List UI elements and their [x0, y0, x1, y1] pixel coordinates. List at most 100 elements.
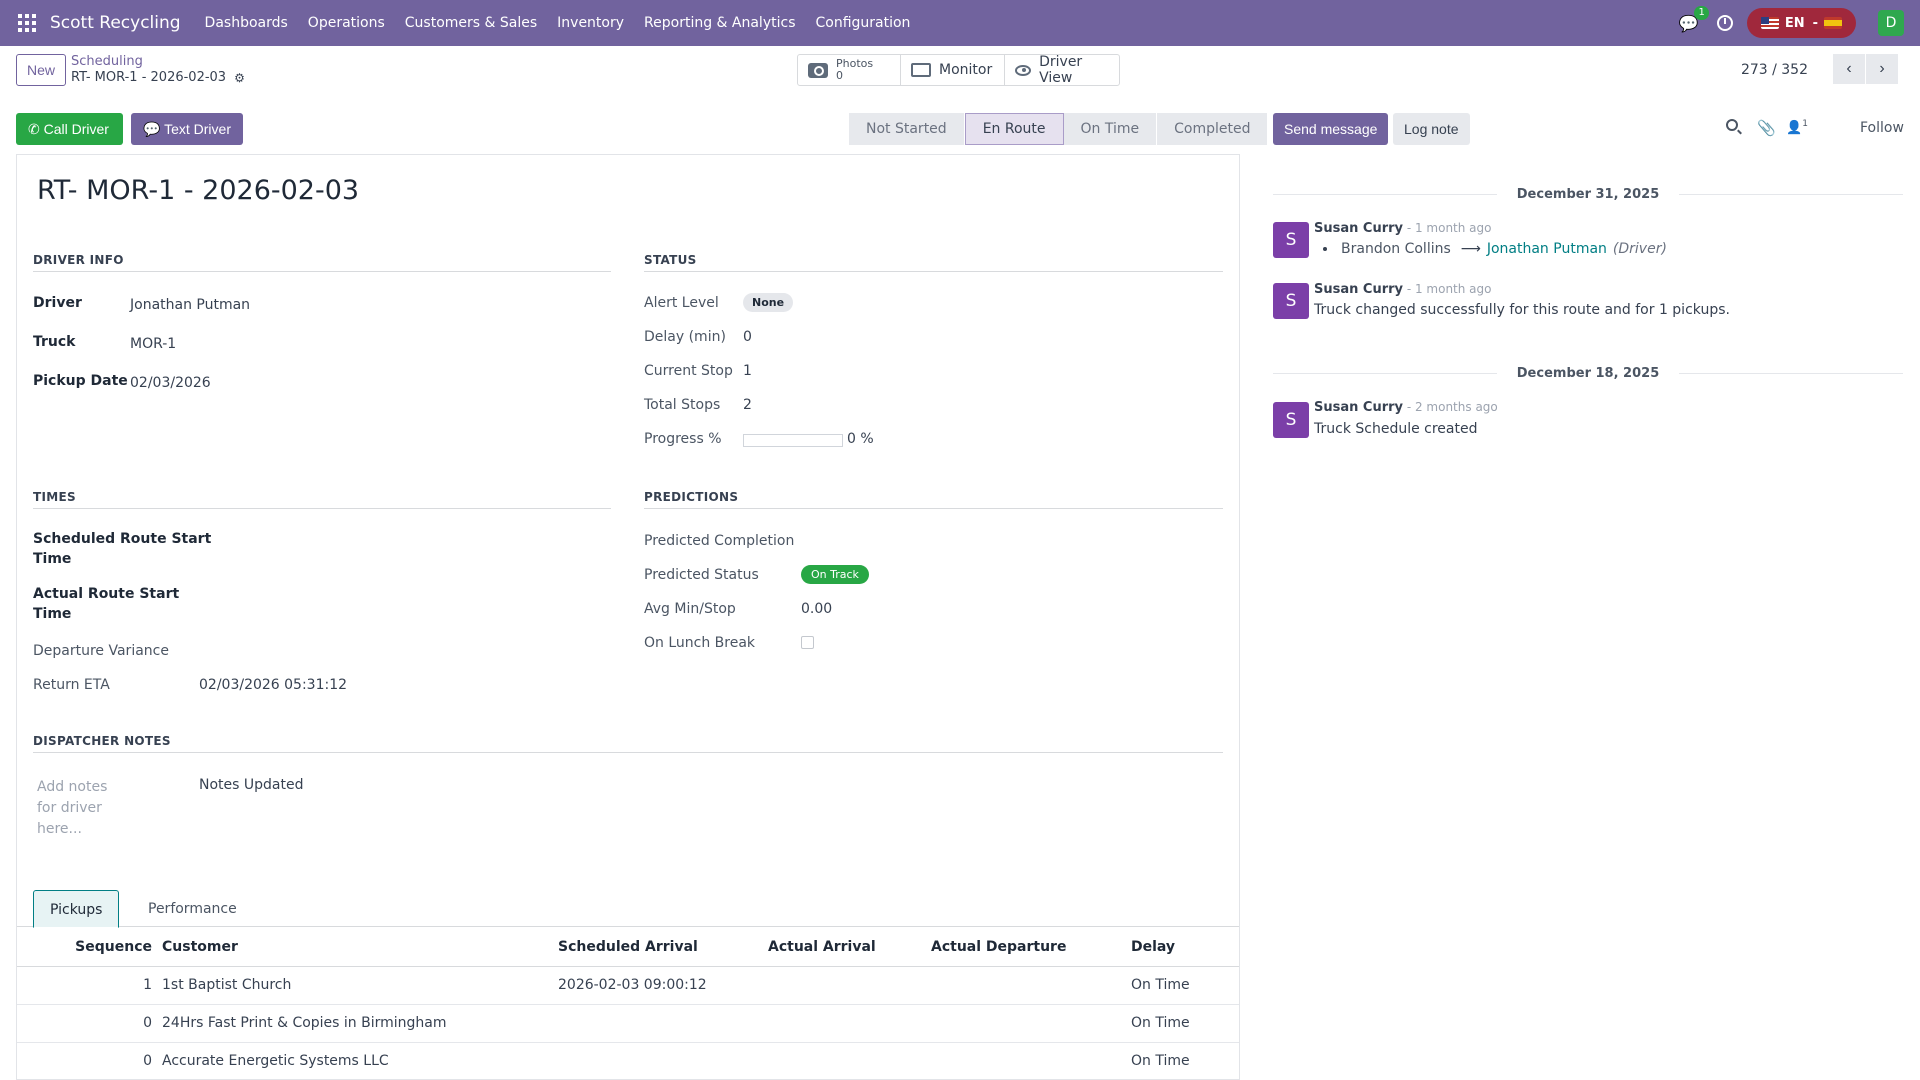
menu-inventory[interactable]: Inventory: [547, 15, 634, 31]
truck-field[interactable]: MOR-1: [130, 336, 176, 352]
table-row[interactable]: 0 24Hrs Fast Print & Copies in Birmingha…: [17, 1004, 1239, 1043]
call-driver-button[interactable]: ✆ Call Driver: [16, 113, 123, 145]
clock-icon[interactable]: [1716, 15, 1733, 31]
avatar[interactable]: S: [1273, 402, 1309, 438]
menu-reporting-analytics[interactable]: Reporting & Analytics: [634, 15, 805, 31]
departure-variance-label: Departure Variance: [33, 643, 169, 659]
truck-label: Truck: [33, 334, 76, 350]
table-header-row: Sequence Customer Scheduled Arrival Actu…: [17, 928, 1239, 967]
author-name[interactable]: Susan Curry: [1314, 221, 1403, 236]
driver-notes-input[interactable]: Add notes for driver here...: [37, 777, 117, 840]
pickups-table: Sequence Customer Scheduled Arrival Actu…: [17, 928, 1239, 1080]
section-times: TIMES: [33, 490, 611, 509]
stage-en-route[interactable]: En Route: [964, 113, 1064, 145]
date-separator-label: December 18, 2025: [1516, 365, 1660, 381]
pager-previous-button[interactable]: ‹: [1833, 54, 1865, 84]
return-eta-label: Return ETA: [33, 677, 110, 693]
cell-customer: Accurate Energetic Systems LLC: [162, 1042, 558, 1080]
section-driver-info: DRIVER INFO: [33, 253, 611, 272]
menu-dashboards[interactable]: Dashboards: [195, 15, 298, 31]
scheduled-start-label-line-2: Time: [33, 551, 72, 567]
eye-icon: [1015, 64, 1032, 76]
call-driver-label: Call Driver: [43, 120, 109, 137]
driver-field[interactable]: Jonathan Putman: [130, 297, 250, 313]
stage-on-time[interactable]: On Time: [1063, 113, 1158, 145]
col-actual-departure[interactable]: Actual Departure: [931, 928, 1131, 967]
progress-bar: [743, 434, 843, 447]
new-button[interactable]: New: [16, 54, 67, 86]
monitor-icon: [911, 63, 931, 77]
actual-start-label: Actual Route Start Time: [33, 586, 179, 622]
col-delay[interactable]: Delay: [1131, 928, 1239, 967]
scheduled-start-label-line-1: Scheduled Route Start: [33, 531, 212, 547]
record-title[interactable]: RT- MOR-1 - 2026-02-03: [37, 175, 359, 206]
driver-label: Driver: [33, 295, 82, 311]
cell-customer: 1st Baptist Church: [162, 966, 558, 1005]
cell-scheduled-arrival: [558, 1004, 768, 1043]
col-customer[interactable]: Customer: [162, 928, 558, 967]
total-stops-label: Total Stops: [644, 397, 721, 413]
brand-name[interactable]: Scott Recycling: [50, 13, 181, 33]
avg-min-stop-value: 0.00: [801, 601, 833, 617]
follow-button[interactable]: Follow: [1860, 120, 1904, 136]
photos-count: 0: [836, 69, 843, 82]
menu-operations[interactable]: Operations: [298, 15, 395, 31]
pickup-date-field[interactable]: 02/03/2026: [130, 375, 211, 391]
tab-pickups[interactable]: Pickups: [33, 890, 120, 928]
paperclip-icon[interactable]: 📎: [1757, 119, 1776, 139]
followers-button[interactable]: 👤1: [1786, 119, 1808, 139]
stage-completed[interactable]: Completed: [1157, 113, 1269, 145]
search-icon[interactable]: [1726, 119, 1738, 131]
log-note-button[interactable]: Log note: [1393, 113, 1470, 145]
author-name[interactable]: Susan Curry: [1314, 282, 1403, 297]
cell-actual-arrival: [768, 966, 931, 1005]
driver-view-button[interactable]: Driver View: [1005, 54, 1119, 86]
date-separator: December 31, 2025: [1273, 184, 1903, 204]
navbar-systray: 💬 1 EN - D: [1679, 0, 1920, 46]
menu-configuration[interactable]: Configuration: [805, 15, 920, 31]
record-name-label: RT- MOR-1 - 2026-02-03: [71, 70, 227, 85]
predicted-status-badge: On Track: [801, 565, 869, 584]
date-separator: December 18, 2025: [1273, 363, 1903, 383]
pager-value[interactable]: 273 / 352: [1741, 62, 1808, 78]
pager-next-button[interactable]: ›: [1866, 54, 1898, 84]
delay-label: Delay (min): [644, 329, 726, 345]
message-author: Susan Curry - 2 months ago: [1314, 400, 1498, 415]
lunch-break-checkbox[interactable]: [801, 636, 814, 649]
language-switcher[interactable]: EN -: [1746, 8, 1856, 38]
avatar[interactable]: S: [1273, 283, 1309, 319]
predicted-completion-label: Predicted Completion: [644, 533, 795, 549]
current-stop-value: 1: [743, 363, 752, 379]
main-menu: Dashboards Operations Customers & Sales …: [195, 15, 921, 31]
apps-menu-icon[interactable]: [18, 14, 36, 32]
stage-not-started[interactable]: Not Started: [849, 113, 965, 145]
tracked-field-name: (Driver): [1612, 241, 1667, 257]
gear-icon[interactable]: ⚙: [234, 71, 245, 85]
monitor-label: Monitor: [939, 62, 993, 78]
dispatcher-notes-value[interactable]: Notes Updated: [199, 777, 303, 793]
col-scheduled-arrival[interactable]: Scheduled Arrival: [558, 928, 768, 967]
table-row[interactable]: 1 1st Baptist Church 2026-02-03 09:00:12…: [17, 966, 1239, 1005]
breadcrumb-scheduling[interactable]: Scheduling: [71, 54, 143, 69]
author-name[interactable]: Susan Curry: [1314, 400, 1403, 415]
user-avatar[interactable]: D: [1878, 10, 1904, 36]
message-body: Truck Schedule created: [1314, 421, 1478, 437]
us-flag-icon: [1760, 17, 1779, 29]
person-icon: 👤: [1786, 120, 1803, 136]
scheduled-start-label: Scheduled Route Start Time: [33, 531, 211, 567]
monitor-button[interactable]: Monitor: [901, 55, 1005, 85]
col-sequence[interactable]: Sequence: [17, 928, 162, 967]
dash-separator-icon: -: [1812, 15, 1818, 31]
es-flag-icon: [1824, 17, 1842, 29]
col-actual-arrival[interactable]: Actual Arrival: [768, 928, 931, 967]
message-author: Susan Curry - 1 month ago: [1314, 282, 1492, 297]
photos-button[interactable]: Photos 0: [798, 55, 901, 85]
cell-delay: On Time: [1131, 966, 1239, 1005]
menu-customers-sales[interactable]: Customers & Sales: [395, 15, 547, 31]
text-driver-button[interactable]: 💬 Text Driver: [131, 113, 243, 145]
send-message-button[interactable]: Send message: [1273, 113, 1389, 145]
avatar[interactable]: S: [1273, 222, 1309, 258]
table-row[interactable]: 0 Accurate Energetic Systems LLC On Time: [17, 1042, 1239, 1080]
tab-performance[interactable]: Performance: [132, 890, 253, 928]
chat-bubble-icon[interactable]: 💬 1: [1679, 5, 1709, 33]
